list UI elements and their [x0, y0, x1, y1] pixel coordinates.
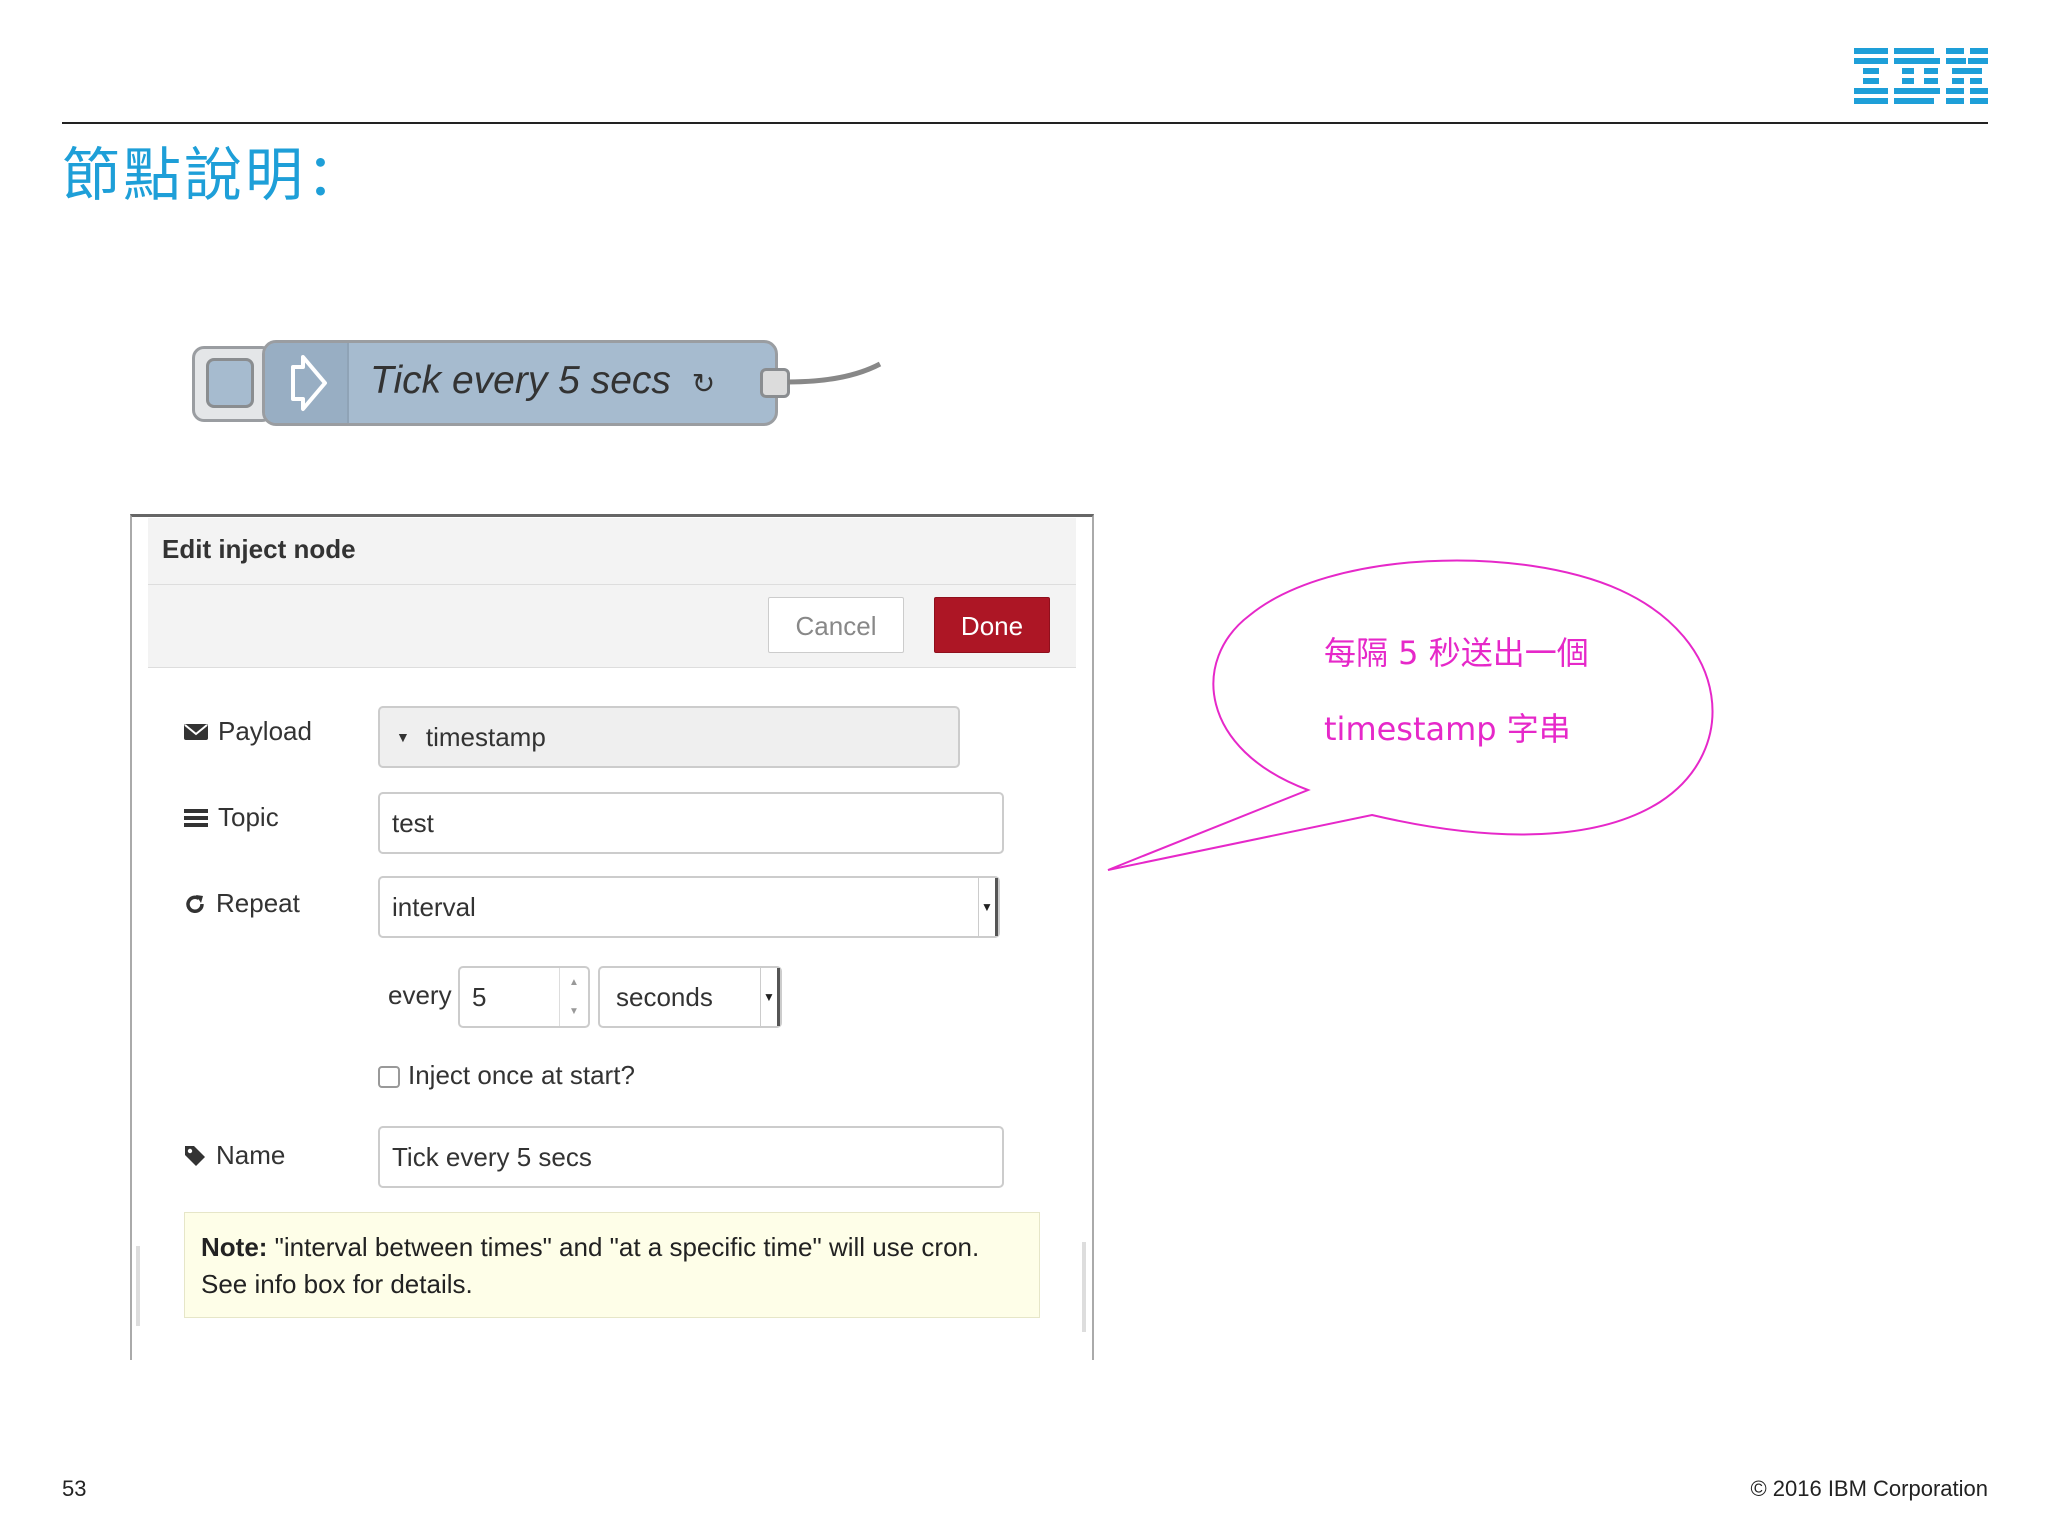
scrollbar-right[interactable]: [1082, 1242, 1086, 1332]
topic-label: Topic: [218, 802, 279, 832]
note-bold: Note:: [201, 1232, 268, 1262]
node-label-text: Tick every 5 secs: [370, 359, 671, 402]
topic-input[interactable]: test: [378, 792, 1004, 854]
payload-value: timestamp: [425, 721, 546, 752]
spinner-up-icon[interactable]: ▲: [569, 977, 579, 988]
inject-once-checkbox[interactable]: [378, 1066, 400, 1088]
topic-value: test: [392, 807, 434, 838]
spinner-arrows-icon[interactable]: ▲ ▼: [559, 968, 588, 1026]
note-box: Note: "interval between times" and "at a…: [184, 1212, 1040, 1318]
dialog-title: Edit inject node: [162, 534, 356, 564]
envelope-icon: [184, 723, 208, 740]
callout-line-1: 每隔 5 秒送出一個: [1324, 634, 1589, 672]
inject-once-label: Inject once at start?: [408, 1060, 635, 1090]
interval-number-input[interactable]: 5 ▲ ▼: [458, 966, 590, 1028]
payload-label: Payload: [218, 716, 312, 746]
caret-down-icon: ▼: [396, 729, 410, 745]
ibm-logo: [1854, 48, 1988, 104]
callout-text: 每隔 5 秒送出一個 timestamp 字串: [1324, 596, 1644, 786]
repeat-row-label: Repeat: [184, 888, 300, 919]
node-inject-button-face[interactable]: [206, 358, 254, 408]
payload-type-select[interactable]: ▼ timestamp: [378, 706, 960, 768]
note-text: "interval between times" and "at a speci…: [201, 1232, 980, 1299]
select-arrow-icon: ▼: [760, 968, 780, 1026]
tag-icon: [185, 1145, 205, 1166]
cancel-button[interactable]: Cancel: [768, 597, 904, 653]
payload-row-label: Payload: [184, 716, 312, 747]
refresh-icon: [186, 894, 204, 913]
interval-unit-select[interactable]: seconds ▼: [598, 966, 782, 1028]
topic-row-label: Topic: [184, 802, 279, 833]
header-rule: [62, 122, 1988, 124]
arrow-right-icon: [291, 355, 327, 411]
list-icon: [184, 808, 208, 827]
node-label: Tick every 5 secs ↻: [370, 356, 715, 409]
page-number: 53: [62, 1476, 87, 1501]
callout-line-2: timestamp 字串: [1324, 710, 1571, 748]
select-arrow-icon: ▼: [978, 878, 998, 936]
interval-unit-value: seconds: [616, 981, 713, 1012]
node-icon-area: [265, 343, 349, 423]
node-wire: [787, 361, 882, 385]
done-button[interactable]: Done: [934, 597, 1050, 653]
name-label: Name: [216, 1140, 286, 1170]
repeat-indicator-icon: ↻: [691, 368, 716, 399]
repeat-value: interval: [392, 891, 476, 922]
repeat-select[interactable]: interval ▼: [378, 876, 1000, 938]
slide-title: 節點說明：: [62, 141, 368, 209]
every-label: every: [388, 980, 452, 1010]
spinner-down-icon[interactable]: ▼: [569, 1006, 579, 1017]
interval-value: 5: [472, 981, 487, 1012]
copyright: © 2016 IBM Corporation: [1750, 1476, 1988, 1501]
name-row-label: Name: [184, 1140, 285, 1171]
repeat-label: Repeat: [216, 888, 300, 918]
name-value: Tick every 5 secs: [392, 1141, 592, 1172]
name-input[interactable]: Tick every 5 secs: [378, 1126, 1004, 1188]
scrollbar-left[interactable]: [136, 1246, 140, 1326]
